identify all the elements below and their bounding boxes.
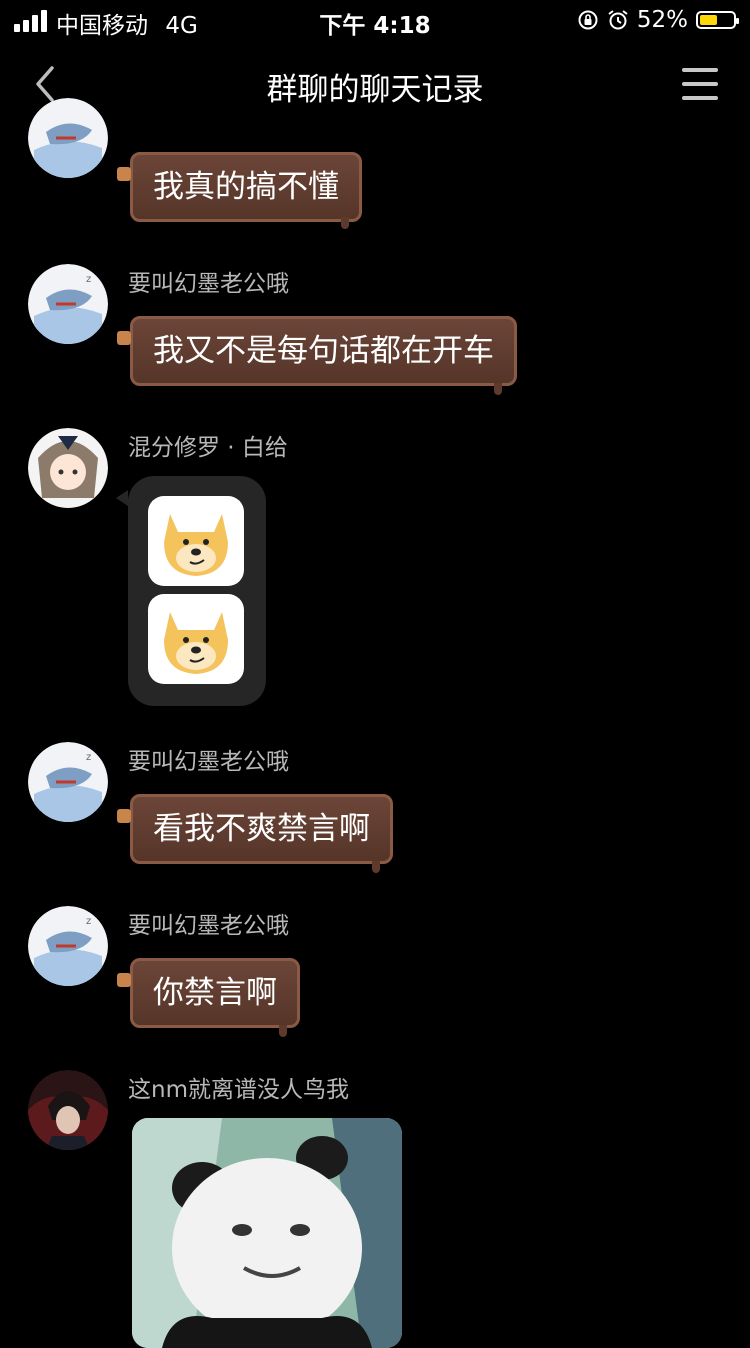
- nav-bar: 群聊的聊天记录: [0, 50, 750, 120]
- orientation-lock-icon: [578, 10, 598, 30]
- sender-name: 这nm就离谱没人鸟我: [128, 1077, 349, 1103]
- anime-girl-avatar[interactable]: [28, 428, 108, 508]
- sender-name: 混分修罗 · 白给: [128, 435, 288, 461]
- sender-name: 要叫幻墨老公哦: [128, 271, 289, 297]
- shark-avatar[interactable]: [28, 98, 108, 178]
- shark-avatar[interactable]: z: [28, 742, 108, 822]
- sender-name: 要叫幻墨老公哦: [128, 913, 289, 939]
- page-title: 群聊的聊天记录: [266, 72, 484, 108]
- message-bubble[interactable]: 看我不爽禁言啊: [117, 794, 393, 873]
- doge-sticker[interactable]: [148, 594, 244, 684]
- battery-percent: 52%: [636, 7, 688, 33]
- status-right: 52%: [577, 6, 739, 34]
- status-bar: 中国移动 4G 下午 4:18 52%: [0, 0, 750, 40]
- message-bubble[interactable]: 我真的搞不懂: [117, 152, 362, 229]
- battery-icon: [696, 11, 739, 29]
- svg-text:z: z: [86, 916, 91, 927]
- dark-hair-avatar[interactable]: [28, 1070, 108, 1150]
- menu-icon[interactable]: [682, 68, 718, 102]
- message-bubble[interactable]: 我又不是每句话都在开车: [117, 316, 517, 395]
- panda-meme-image[interactable]: [132, 1118, 402, 1348]
- message-text: 看我不爽禁言啊: [153, 811, 370, 847]
- shark-avatar[interactable]: z: [28, 264, 108, 344]
- message-bubble[interactable]: 你禁言啊: [117, 958, 300, 1037]
- svg-text:z: z: [86, 274, 91, 285]
- message-text: 我真的搞不懂: [153, 169, 339, 205]
- message-text: 你禁言啊: [153, 975, 277, 1011]
- message-text: 我又不是每句话都在开车: [153, 333, 494, 369]
- sender-name: 要叫幻墨老公哦: [128, 749, 289, 775]
- sticker-bubble[interactable]: [116, 476, 266, 706]
- shark-avatar[interactable]: z: [28, 906, 108, 986]
- svg-text:z: z: [86, 752, 91, 763]
- doge-sticker[interactable]: [148, 496, 244, 586]
- battery-fill: [700, 15, 717, 25]
- alarm-icon: [608, 10, 628, 30]
